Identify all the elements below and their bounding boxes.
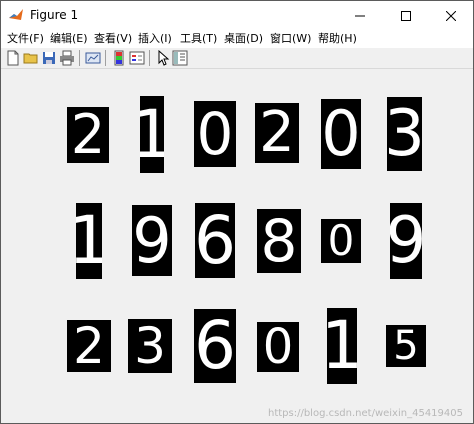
close-icon [445,10,456,21]
menu-insert[interactable]: 插入(I) [138,31,172,47]
menu-bar: 文件(F) 编辑(E) 查看(V) 插入(I) 工具(T) 桌面(D) 窗口(W… [1,30,473,48]
figure-canvas: 2 1 0 2 0 3 1 9 6 8 0 9 2 3 6 0 1 5 http… [1,69,473,423]
menu-view[interactable]: 查看(V) [94,31,132,47]
menu-window[interactable]: 窗口(W) [270,31,311,47]
toolbar-separator [149,50,150,66]
save-icon[interactable] [41,50,57,66]
window-title: Figure 1 [30,8,79,22]
digit-image: 1 [76,203,102,279]
edit-plot-arrow-icon[interactable] [155,50,171,66]
digit-image: 9 [390,203,422,279]
toolbar-separator [105,50,106,66]
open-folder-icon[interactable] [23,50,39,66]
minimize-button[interactable] [337,1,382,30]
digit-image: 0 [257,322,299,372]
digit-image: 6 [194,309,236,383]
digit-image: 3 [128,319,172,373]
digit-image: 0 [321,219,361,263]
title-bar: Figure 1 [1,1,473,30]
minimize-icon [354,15,365,16]
close-button[interactable] [428,1,473,30]
toolbar-separator [79,50,80,66]
new-figure-icon[interactable] [5,50,21,66]
digit-image: 8 [257,209,301,273]
print-icon[interactable] [59,50,75,66]
menu-edit[interactable]: 编辑(E) [50,31,88,47]
toolbar [1,48,473,69]
insert-legend-icon[interactable] [129,50,145,66]
digit-image: 2 [67,320,111,372]
property-inspector-icon[interactable] [172,50,188,66]
digit-image: 0 [321,99,361,169]
menu-desktop[interactable]: 桌面(D) [224,31,263,47]
matlab-logo-icon [9,9,23,20]
digit-image: 6 [195,203,235,278]
link-plot-icon[interactable] [85,50,101,66]
digit-image: 0 [194,101,236,167]
digit-image: 1 [140,96,164,173]
digit-image: 3 [387,97,422,171]
digit-image: 5 [386,325,426,367]
digit-image: 9 [132,205,172,276]
digit-image: 2 [67,107,109,163]
maximize-icon [400,10,411,21]
menu-file[interactable]: 文件(F) [7,31,44,47]
watermark-text: https://blog.csdn.net/weixin_45419405 [267,408,463,419]
menu-tools[interactable]: 工具(T) [180,31,217,47]
figure-window: Figure 1 文件(F) 编辑(E) 查看(V) 插入(I) 工具(T) 桌… [0,0,474,424]
maximize-button[interactable] [383,1,428,30]
digit-image: 1 [327,308,357,384]
digit-image: 2 [255,103,299,163]
insert-colorbar-icon[interactable] [111,50,127,66]
menu-help[interactable]: 帮助(H) [318,31,357,47]
